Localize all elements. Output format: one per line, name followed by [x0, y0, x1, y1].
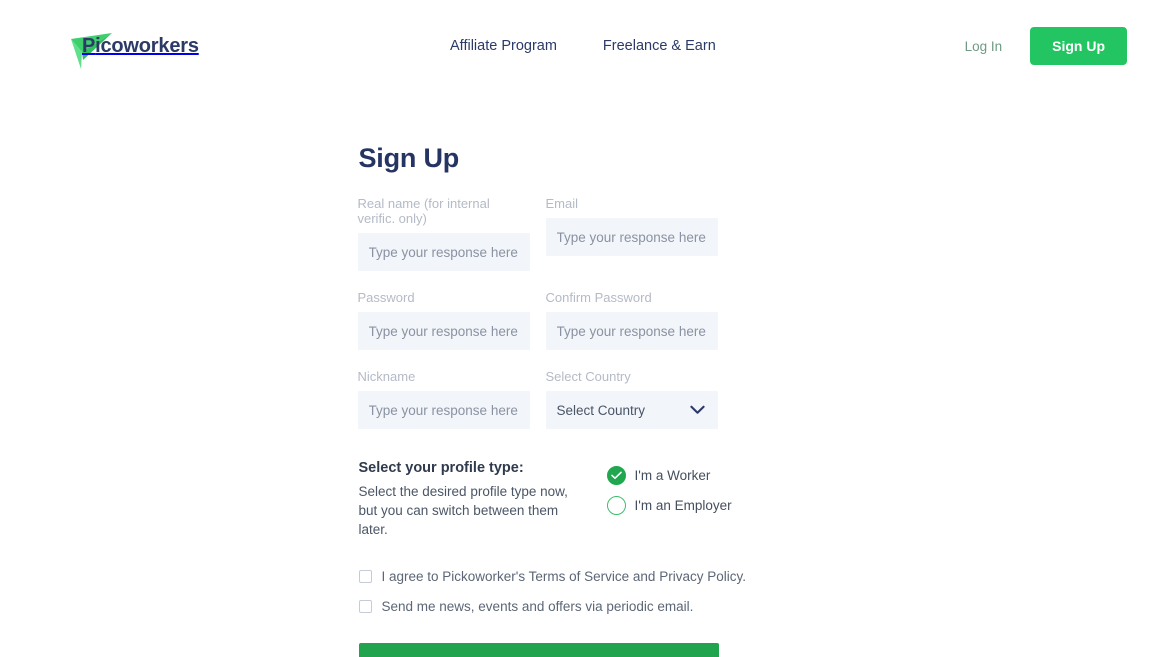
radio-option-worker[interactable]: I'm a Worker	[606, 466, 732, 485]
nickname-input[interactable]	[357, 391, 530, 429]
field-nickname: Nickname	[357, 369, 530, 429]
radio-label-worker: I'm a Worker	[634, 468, 711, 483]
nav-link-freelance-earn[interactable]: Freelance & Earn	[603, 38, 716, 54]
field-select-country: Select Country Select Country	[545, 369, 718, 429]
label-confirm-password: Confirm Password	[545, 290, 652, 305]
brand-logo[interactable]: Picoworkers	[68, 26, 308, 69]
main-nav: Affiliate Program Freelance & Earn	[450, 38, 716, 54]
real-name-input[interactable]	[357, 233, 530, 271]
consent-terms-label: I agree to Pickoworker's Terms of Servic…	[381, 569, 746, 584]
confirm-password-input[interactable]	[545, 312, 718, 350]
consent-newsletter-row[interactable]: Send me news, events and offers via peri…	[358, 599, 764, 614]
country-select-wrapper: Select Country	[545, 391, 718, 429]
radio-option-employer[interactable]: I'm an Employer	[606, 496, 732, 515]
profile-type-description: Select the desired profile type now, but…	[358, 484, 568, 537]
label-password: Password	[357, 290, 415, 305]
field-email: Email	[545, 196, 718, 271]
header-actions: Log In Sign Up	[965, 27, 1127, 65]
site-header: Picoworkers Affiliate Program Freelance …	[0, 0, 1167, 92]
brand-name-rest: icoworkers	[95, 34, 199, 57]
country-select-value: Select Country	[556, 402, 646, 418]
field-confirm-password: Confirm Password	[545, 290, 718, 350]
brand-initial: P	[82, 34, 96, 57]
email-input[interactable]	[545, 218, 718, 256]
nav-link-affiliate-program[interactable]: Affiliate Program	[450, 38, 557, 54]
sign-up-submit-button[interactable]: SIGN UP	[358, 643, 719, 657]
profile-type-radio-group: I'm a Worker I'm an Employer	[606, 460, 732, 515]
profile-type-title: Select your profile type:	[358, 460, 524, 476]
consents-section: I agree to Pickoworker's Terms of Servic…	[358, 569, 764, 614]
consent-newsletter-label: Send me news, events and offers via peri…	[381, 599, 694, 614]
label-nickname: Nickname	[357, 369, 416, 384]
label-select-country: Select Country	[545, 369, 631, 384]
sign-up-button-header[interactable]: Sign Up	[1030, 27, 1127, 65]
field-password: Password	[357, 290, 530, 350]
signup-form-container: Sign Up Real name (for internal verific.…	[357, 143, 764, 657]
radio-checked-icon	[606, 466, 626, 485]
log-in-link[interactable]: Log In	[965, 39, 1003, 54]
profile-type-section: Select your profile type: Select the des…	[358, 460, 764, 539]
password-input[interactable]	[357, 312, 530, 350]
profile-type-copy: Select your profile type: Select the des…	[358, 460, 588, 539]
checkbox-newsletter[interactable]	[358, 600, 372, 613]
radio-label-employer: I'm an Employer	[634, 498, 732, 513]
consent-terms-row[interactable]: I agree to Pickoworker's Terms of Servic…	[358, 569, 764, 584]
brand-name: Picoworkers	[82, 35, 199, 58]
field-real-name: Real name (for internal verific. only)	[357, 196, 530, 271]
label-real-name: Real name (for internal verific. only)	[357, 196, 490, 226]
checkbox-terms[interactable]	[358, 570, 372, 583]
signup-fields-grid: Real name (for internal verific. only) E…	[357, 196, 764, 448]
country-select[interactable]: Select Country	[545, 391, 718, 429]
label-email: Email	[545, 196, 579, 211]
page-title: Sign Up	[358, 143, 460, 173]
radio-unchecked-icon	[606, 496, 626, 515]
